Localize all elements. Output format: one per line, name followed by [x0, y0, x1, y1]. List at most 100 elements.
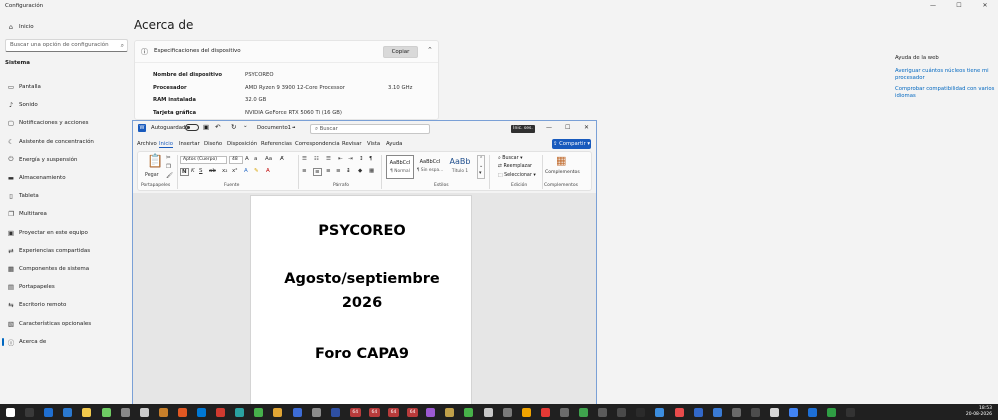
tab-3[interactable]: Diseño — [204, 141, 222, 147]
taskbar-app-icon[interactable] — [101, 408, 111, 417]
taskbar-app-icon[interactable]: 64 — [388, 408, 399, 417]
nav-item-remote[interactable]: ⇆ Escritorio remoto — [0, 297, 130, 313]
italic-icon[interactable]: K — [191, 168, 195, 174]
tab-6[interactable]: Correspondencia — [295, 141, 340, 147]
taskbar-app-icon[interactable] — [330, 408, 340, 417]
paste-button[interactable]: Pegar — [145, 173, 159, 178]
change-case-icon[interactable]: Aa — [265, 156, 272, 162]
superscript-icon[interactable]: x² — [232, 168, 237, 174]
taskbar-app-icon[interactable]: 64 — [368, 408, 380, 417]
nav-item-storage[interactable]: ▬ Almacenamiento — [0, 170, 130, 186]
taskbar-app-icon[interactable] — [579, 408, 588, 417]
tab-4[interactable]: Disposición — [227, 141, 257, 147]
chevron-up-icon[interactable]: ⌃ — [427, 46, 433, 54]
font-size-select[interactable]: 48 — [229, 156, 243, 164]
undo-icon[interactable]: ↶ — [215, 123, 220, 131]
tab-0[interactable]: Archivo — [137, 141, 157, 147]
settings-search-input[interactable]: Buscar una opción de configuración ⌕ — [5, 39, 128, 52]
autosave-toggle[interactable] — [185, 124, 199, 131]
taskbar-app-icon[interactable] — [502, 408, 512, 417]
nav-item-components[interactable]: ▦ Componentes de sistema — [0, 261, 130, 277]
bold-icon[interactable]: N — [180, 168, 189, 176]
nav-item-clipboard[interactable]: ▤ Portapapeles — [0, 279, 130, 295]
taskbar-app-icon[interactable] — [617, 408, 627, 417]
clear-format-icon[interactable]: A̸ — [280, 156, 284, 162]
grow-font-icon[interactable]: A — [245, 156, 249, 162]
taskbar-app-icon[interactable] — [216, 408, 226, 417]
taskbar-app-icon[interactable] — [445, 408, 455, 417]
tab-7[interactable]: Revisar — [342, 141, 362, 147]
align-left-icon[interactable]: ≡ — [302, 168, 307, 174]
taskbar-app-icon[interactable] — [235, 408, 245, 417]
nav-item-optional[interactable]: ▧ Características opcionales — [0, 316, 130, 332]
tab-9[interactable]: Ayuda — [386, 141, 402, 147]
taskbar-app-icon[interactable] — [846, 408, 856, 417]
tab-2[interactable]: Insertar — [179, 141, 200, 147]
taskbar-app-icon[interactable] — [655, 408, 665, 417]
taskbar-app-icon[interactable] — [311, 408, 321, 417]
taskbar-app-icon[interactable] — [120, 408, 130, 417]
taskbar-app-icon[interactable] — [827, 408, 837, 417]
nav-item-info[interactable]: ⓘ Acerca de — [0, 334, 130, 350]
taskbar-app-icon[interactable] — [731, 408, 741, 417]
tab-1[interactable]: Inicio — [159, 141, 174, 148]
nav-item-multitask[interactable]: ❐ Multitarea — [0, 206, 130, 222]
document-line-forum[interactable]: Foro CAPA9 — [251, 346, 473, 362]
nav-item-moon[interactable]: ☾ Asistente de concentración — [0, 134, 130, 150]
highlight-icon[interactable]: ✎ — [254, 168, 259, 174]
taskbar-app-icon[interactable] — [158, 408, 168, 417]
minimize-button[interactable]: — — [920, 0, 946, 12]
taskbar-app-icon[interactable]: 64 — [407, 408, 419, 417]
taskbar-app-icon[interactable] — [464, 408, 474, 417]
styles-more-icon[interactable]: ⌃ ⌄ ▾ — [477, 155, 486, 179]
font-color-icon[interactable]: A — [266, 168, 270, 174]
cut-icon[interactable]: ✂ — [166, 155, 171, 161]
find-button[interactable]: ⌕ Buscar ▾ — [498, 155, 523, 161]
maximize-button[interactable]: ☐ — [946, 0, 972, 12]
align-right-icon[interactable]: ≡ — [326, 168, 331, 174]
web-help-link-languages[interactable]: Comprobar compatibilidad con varios idio… — [895, 86, 995, 100]
taskbar-app-icon[interactable] — [197, 408, 206, 417]
taskbar-app-icon[interactable] — [540, 408, 550, 417]
taskbar-app-icon[interactable] — [139, 408, 149, 417]
word-search-input[interactable]: ⌕ Buscar — [310, 124, 430, 134]
align-center-icon[interactable]: ≡ — [313, 168, 322, 176]
style-heading-1[interactable]: AaBb Título 1 — [446, 155, 474, 179]
paste-icon[interactable]: 📋 — [147, 154, 163, 169]
share-button[interactable]: ⇪ Compartir ▾ — [552, 139, 591, 149]
document-line-months[interactable]: Agosto/septiembre — [251, 271, 473, 287]
shrink-font-icon[interactable]: a — [254, 156, 257, 162]
taskbar-app-icon[interactable] — [674, 408, 684, 417]
taskbar-app-icon[interactable] — [770, 408, 779, 417]
taskbar-app-icon[interactable] — [808, 408, 818, 417]
nav-item-tablet[interactable]: ▯ Tableta — [0, 188, 130, 204]
taskbar-app-icon[interactable] — [6, 408, 15, 417]
font-name-select[interactable]: Aptos (Cuerpo) — [180, 156, 227, 164]
taskbar-app-icon[interactable] — [292, 408, 302, 417]
taskbar-app-icon[interactable] — [177, 408, 187, 417]
nav-item-display[interactable]: ▭ Pantalla — [0, 79, 130, 95]
replace-button[interactable]: ⇄ Reemplazar — [498, 164, 532, 169]
addins-icon[interactable]: ▦ — [556, 154, 566, 167]
nav-item-home[interactable]: ⌂ Inicio — [0, 19, 130, 35]
addins-button[interactable]: Complementos — [545, 170, 580, 175]
minimize-button[interactable]: — — [546, 124, 552, 131]
taskbar-app-icon[interactable] — [82, 408, 92, 417]
copy-button[interactable]: Copiar — [383, 46, 418, 58]
taskbar-app-icon[interactable]: 64 — [349, 408, 361, 417]
nav-item-power[interactable]: ⏻ Energía y suspensión — [0, 152, 130, 168]
taskbar-app-icon[interactable] — [521, 408, 531, 417]
taskbar-app-icon[interactable] — [693, 408, 703, 417]
line-spacing-icon[interactable]: ↨ — [346, 168, 351, 174]
redo-icon[interactable]: ↻ — [231, 123, 236, 131]
multilevel-list-icon[interactable]: ☰ — [326, 156, 331, 162]
show-marks-icon[interactable]: ¶ — [369, 156, 373, 162]
nav-item-sound[interactable]: ♪ Sonido — [0, 97, 130, 113]
copy-icon[interactable]: ❐ — [166, 164, 171, 170]
style-no-spacing[interactable]: AaBbCcI ¶ Sin espa... — [416, 155, 444, 179]
taskbar-app-icon[interactable] — [789, 408, 799, 417]
close-button[interactable]: ✕ — [972, 0, 998, 12]
decrease-indent-icon[interactable]: ⇤ — [338, 156, 343, 162]
borders-icon[interactable]: ▦ — [369, 168, 374, 174]
format-painter-icon[interactable]: 🖌 — [166, 173, 173, 179]
